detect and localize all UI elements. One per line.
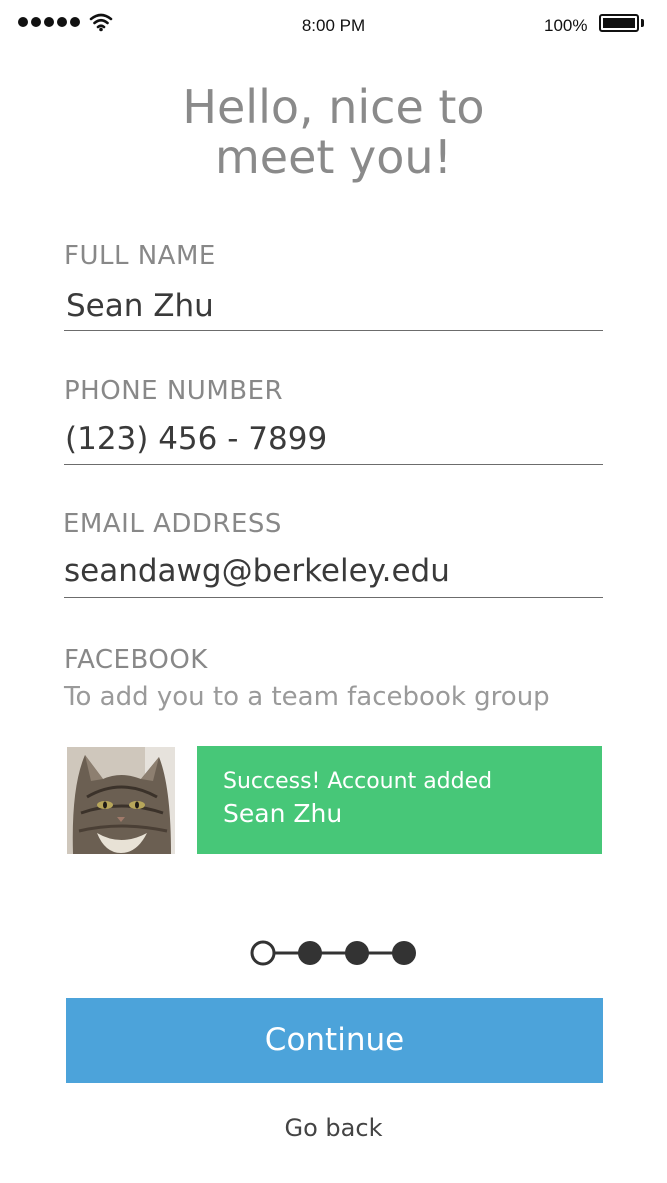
email-address-field[interactable]: seandawg@berkeley.edu	[64, 553, 450, 589]
facebook-success-banner: Success! Account added Sean Zhu	[197, 746, 602, 854]
phone-number-underline	[64, 464, 603, 465]
full-name-field[interactable]: Sean Zhu	[66, 288, 214, 324]
continue-button[interactable]: Continue	[66, 998, 603, 1083]
progress-step-1	[250, 940, 276, 966]
phone-number-label: PHONE NUMBER	[64, 376, 284, 406]
cat-photo	[67, 747, 175, 854]
facebook-subtitle: To add you to a team facebook group	[64, 682, 550, 712]
page-title: Hello, nice to meet you!	[0, 82, 667, 182]
page-title-line-1: Hello, nice to	[182, 80, 485, 134]
avatar	[67, 747, 175, 854]
full-name-underline	[64, 330, 603, 331]
facebook-account-name: Sean Zhu	[223, 799, 343, 828]
email-address-label: EMAIL ADDRESS	[63, 509, 282, 539]
progress-step-3	[345, 941, 369, 965]
battery-icon	[599, 14, 639, 32]
phone-number-field[interactable]: (123) 456 - 7899	[65, 421, 327, 457]
page-title-line-2: meet you!	[214, 130, 453, 184]
email-address-underline	[64, 597, 603, 598]
step-progress-indicator	[250, 940, 416, 966]
go-back-link[interactable]: Go back	[0, 1114, 667, 1142]
battery-percentage: 100%	[544, 16, 588, 35]
battery-tip	[641, 19, 644, 27]
full-name-label: FULL NAME	[64, 241, 216, 271]
success-message: Success! Account added	[223, 769, 493, 794]
status-bar: 8:00 PM 100%	[0, 0, 667, 50]
facebook-label: FACEBOOK	[64, 645, 208, 675]
progress-step-4	[392, 941, 416, 965]
progress-step-2	[298, 941, 322, 965]
